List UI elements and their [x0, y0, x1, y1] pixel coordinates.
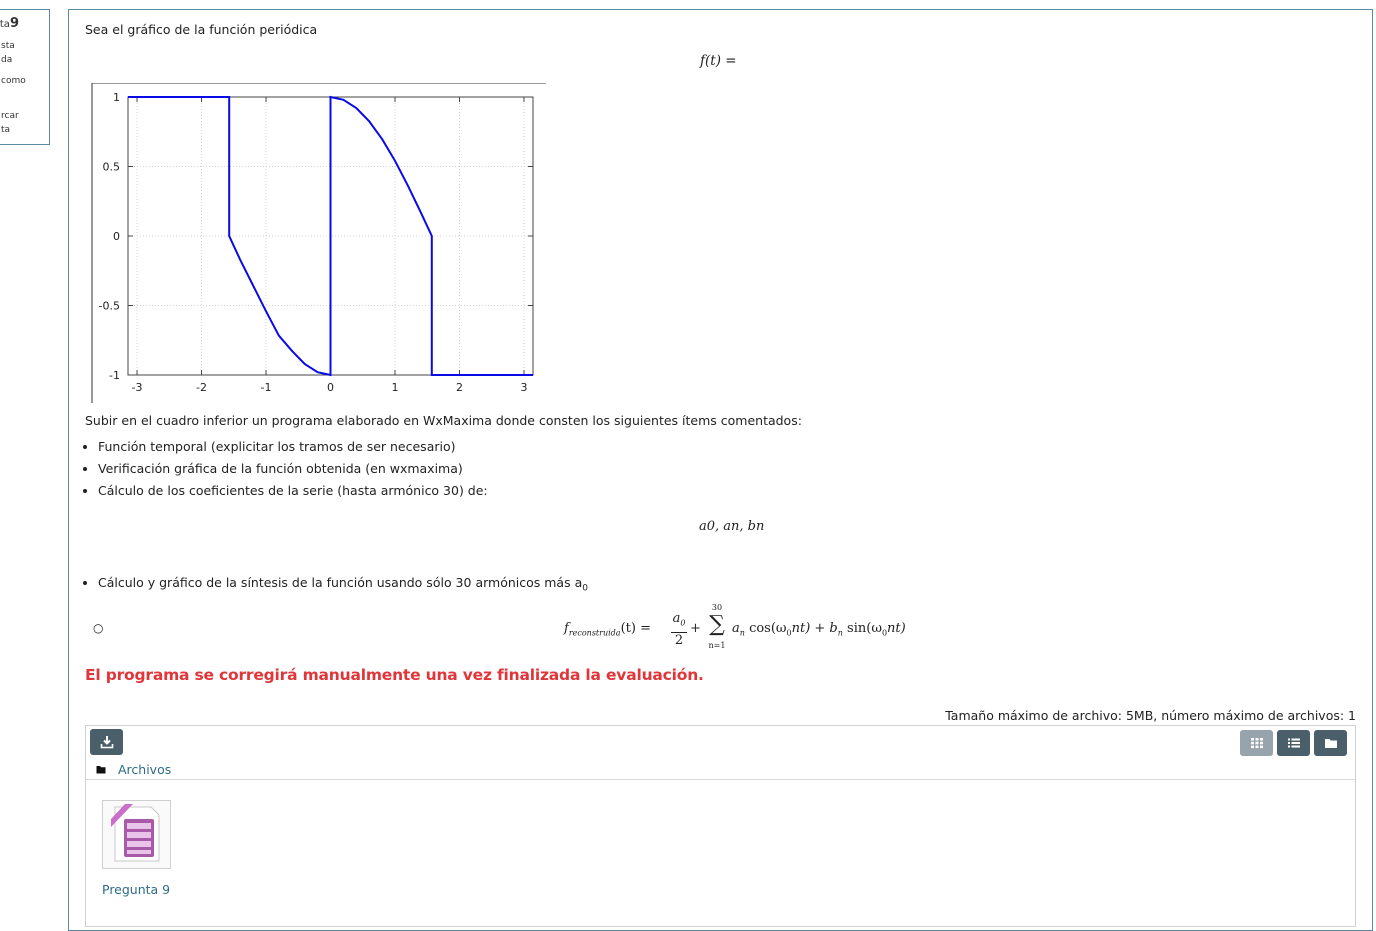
question-intro: Sea el gráfico de la función periódica — [85, 22, 318, 37]
x-tick-label: -2 — [196, 381, 207, 394]
grading-warning: El programa se corregirá manualmente una… — [85, 666, 704, 684]
y-tick-label: 1 — [113, 91, 120, 104]
x-tick-label: -1 — [261, 381, 272, 394]
folder-view-button[interactable] — [1314, 730, 1347, 756]
question-info-panel: ta9 sta da como rcar ta — [0, 9, 50, 145]
download-button[interactable] — [90, 729, 123, 755]
file-thumbnail[interactable] — [102, 800, 171, 869]
download-icon — [100, 736, 113, 749]
grid-view-icon — [1250, 738, 1263, 749]
function-formula: f(t) = — [700, 53, 737, 69]
list-item: Cálculo de los coeficientes de la serie … — [98, 480, 488, 502]
file-name-link[interactable]: Pregunta 9 — [102, 882, 174, 897]
y-tick-label: 0 — [113, 230, 120, 243]
x-tick-label: 2 — [456, 381, 463, 394]
question-number: ta9 — [0, 16, 19, 31]
list-item: Verificación gráfica de la función obten… — [98, 458, 488, 480]
breadcrumb: Archivos — [96, 762, 171, 777]
folder-icon — [96, 766, 106, 774]
file-item[interactable]: Pregunta 9 — [102, 800, 174, 897]
coefficients-formula: a0, an, bn — [699, 519, 765, 534]
document-icon — [111, 804, 160, 862]
periodic-function-plot: -3 -2 -1 0 1 2 3 -1 -0.5 0 0.5 1 — [91, 83, 546, 403]
sidebar-text: sta — [1, 41, 15, 51]
question-content: Sea el gráfico de la función periódica f… — [68, 9, 1373, 931]
list-item: Cálculo y gráfico de la síntesis de la f… — [98, 572, 588, 594]
list-view-icon — [1287, 738, 1300, 748]
circle-bullet: ○ — [93, 621, 104, 635]
synthesis-list: Cálculo y gráfico de la síntesis de la f… — [83, 572, 588, 594]
x-tick-label: 3 — [520, 381, 527, 394]
sidebar-text: ta — [1, 125, 11, 135]
y-tick-label: -1 — [109, 369, 120, 382]
file-manager: Archivos Pregunta 9 — [85, 725, 1356, 927]
file-limits-text: Tamaño máximo de archivo: 5MB, número má… — [945, 708, 1356, 723]
x-tick-label: 1 — [391, 381, 398, 394]
requirements-list: Función temporal (explicitar los tramos … — [83, 436, 488, 502]
breadcrumb-archivos[interactable]: Archivos — [118, 762, 171, 777]
y-tick-label: 0.5 — [103, 161, 121, 174]
flag-question-link[interactable]: rcar — [1, 111, 19, 121]
y-tick-label: -0.5 — [99, 300, 120, 313]
list-view-button[interactable] — [1277, 730, 1310, 756]
sidebar-text: da — [1, 55, 13, 65]
folder-view-icon — [1324, 739, 1337, 748]
sidebar-text: como — [1, 76, 26, 86]
x-tick-label: -3 — [132, 381, 143, 394]
grid-view-button[interactable] — [1240, 730, 1273, 756]
x-tick-label: 0 — [327, 381, 334, 394]
divider — [86, 779, 1355, 780]
list-item: Función temporal (explicitar los tramos … — [98, 436, 488, 458]
upload-instruction: Subir en el cuadro inferior un programa … — [85, 413, 802, 428]
